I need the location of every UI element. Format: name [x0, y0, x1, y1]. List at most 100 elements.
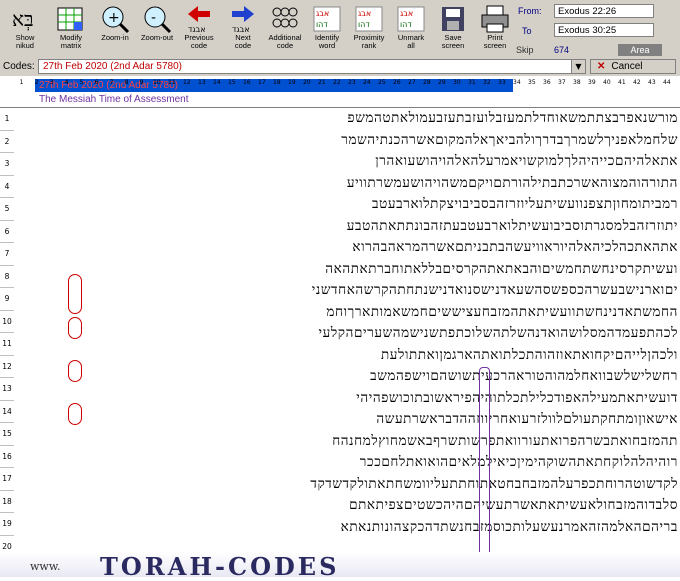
letter-row[interactable]: רוהיהלהלוקחתאתהשוקהימיןכיאילמלאיםהואואתל… — [16, 452, 678, 474]
unmark-all-button[interactable]: אבג דהו Unmark all — [388, 4, 434, 56]
letter-row[interactable]: רחשלישלשבוואחלמהוהטוראהרכעיתשושהםוישפהמש… — [16, 366, 678, 388]
modify-matrix-button[interactable]: Modify matrix — [48, 4, 94, 56]
column-number: 7 — [109, 79, 114, 86]
column-number: 4 — [64, 79, 69, 86]
column-number: 37 — [558, 79, 566, 86]
column-number: 18 — [273, 79, 281, 86]
column-number: 31 — [468, 79, 476, 86]
print-screen-button[interactable]: Print screen — [472, 4, 518, 56]
letters-table-icon: אבג דהו — [352, 4, 386, 34]
svg-text:דהו: דהו — [358, 20, 370, 29]
column-number: 17 — [258, 79, 266, 86]
save-disk-icon — [436, 4, 470, 34]
highlight-column — [479, 367, 490, 557]
letter-row[interactable]: ועשיתקרסינחשתחמשיםוהבאתאתהקרסיםבללאתוחבר… — [16, 259, 678, 281]
row-number: 13 — [0, 378, 14, 401]
codes-select[interactable]: 27th Feb 2020 (2nd Adar 5780) ▼ — [38, 59, 586, 74]
letter-row[interactable]: בריהםהאלמהזהאמרנעשעלותכוסמזבחנשתדהכקצהונ… — [16, 517, 678, 539]
letter-row[interactable]: רמביתומחוןתצפנוועשיתעליוזרזהבסביבויצקתלו… — [16, 194, 678, 216]
area-button[interactable]: Area — [618, 44, 662, 56]
letter-row[interactable]: אתאלהיהםכייהיהלךלמוקשויאמרעלהאלהויהושעוא… — [16, 151, 678, 173]
letter-row[interactable]: שלחמלאפניךלשמרךבדרךולהביאךאלהמקוםאשרהכנת… — [16, 130, 678, 152]
cancel-label: Cancel — [611, 61, 643, 72]
row-number: 4 — [0, 176, 14, 198]
zoom-out-label: Zoom-out — [140, 33, 174, 42]
svg-text:-: - — [151, 10, 156, 26]
letter-row[interactable]: אישאוןומתחקתעולםלוולזרעואחריווזההדבראשרת… — [16, 409, 678, 431]
letter-row[interactable]: יםוארנישבעשרהכספשסהשעאדנישסנואדנישנתחתהק… — [16, 280, 678, 302]
skip-value: 674 — [554, 45, 570, 55]
letter-row[interactable]: התורהוהמצוהאשרכתבתילהורתםויקםמשהויהושעמש… — [16, 173, 678, 195]
identify-word-button[interactable]: אבג דהו Identify word — [304, 4, 350, 56]
letter-row[interactable]: לקדשוטהרוחתכפרעלהמזבחבחטאתוחתתעליוומשחתא… — [16, 474, 678, 496]
zoom-in-button[interactable]: + Zoom-in — [92, 4, 138, 56]
row-number: 14 — [0, 401, 14, 423]
letter-row[interactable]: לכהתפעמדהמסלושהואדנהשלתהשלוכתפתשנישמהשער… — [16, 323, 678, 345]
chevron-down-icon[interactable]: ▼ — [571, 60, 585, 73]
column-number: 2 — [34, 79, 39, 86]
letters-table-icon: אבג דהו — [394, 4, 428, 34]
letter-row[interactable]: אתהאתכהלכיהאלהיוראוויעשהבתבניתםאשרהמראהב… — [16, 237, 678, 259]
column-numbers: 1 2 3 4 5 6 7 8 9 10 11 12 13 14 15 16 17 18 19 20 21 22 23 24 2… — [14, 79, 680, 105]
letters-area: מורשנאפרבצתתמשאוחדלתמעזבלועזבתעזבעמולאתט… — [16, 108, 678, 538]
highlight-oval — [68, 403, 82, 425]
previous-code-label: Previous code — [184, 33, 214, 50]
save-screen-button[interactable]: Save screen — [430, 4, 476, 56]
identify-word-label: Identify word — [314, 33, 340, 50]
row-number: 7 — [0, 243, 14, 266]
proximity-rank-button[interactable]: אבג דהו Proximity rank — [346, 4, 392, 56]
letter-row[interactable]: סלבדוהמזבחולאעשיתאתאשרתעשיהםהיהכשטיםצפית… — [16, 495, 678, 517]
row-numbers: 1 2 3 4 5 6 7 8 9 10 11 12 13 14 15 16 17 18 19 20 — [0, 108, 14, 558]
row-number: 8 — [0, 266, 14, 288]
letter-row[interactable]: דועשיתאתמעילהאפודכלילתכלתוהיהפיראשובתוכו… — [16, 388, 678, 410]
row-number: 2 — [0, 131, 14, 153]
from-field[interactable]: Exodus 22:26 — [554, 4, 654, 18]
previous-code-button[interactable]: אבגד Previous code — [176, 4, 222, 56]
row-number: 1 — [0, 108, 14, 131]
column-number: 10 — [153, 79, 161, 86]
svg-text:אבג: אבג — [400, 9, 413, 18]
additional-code-label: Additional code — [268, 33, 302, 50]
letters-table-icon: אבג דהו — [310, 4, 344, 34]
hebrew-letters-icon: בְּא — [8, 4, 42, 34]
column-number: 35 — [528, 79, 536, 86]
skip-label: Skip — [516, 45, 534, 55]
to-field[interactable]: Exodus 30:25 — [554, 23, 654, 37]
letter-row[interactable]: החמשתאדנינחשתוועשיתאתהמזבחעציששיםחמשאמות… — [16, 302, 678, 324]
cancel-button[interactable]: ✕ Cancel — [590, 59, 676, 74]
column-number: 6 — [94, 79, 99, 86]
letter-row[interactable]: ולכהןלייהםיקחואתאוזהוהתכלתואתהארגמןואתתו… — [16, 345, 678, 367]
column-number: 26 — [393, 79, 401, 86]
column-number: 30 — [453, 79, 461, 86]
zoom-in-icon: + — [98, 4, 132, 34]
svg-text:+: + — [108, 10, 120, 26]
letter-row[interactable]: תהמזבחואתבשרהפרואתעורוואתפרשותשרףבאשמחוץ… — [16, 431, 678, 453]
zoom-in-label: Zoom-in — [101, 33, 129, 42]
column-number: 25 — [378, 79, 386, 86]
modify-matrix-label: Modify matrix — [59, 33, 83, 50]
column-number: 41 — [618, 79, 626, 86]
column-number: 27 — [408, 79, 416, 86]
column-number: 40 — [603, 79, 611, 86]
column-number: 20 — [303, 79, 311, 86]
zoom-out-button[interactable]: - Zoom-out — [134, 4, 180, 56]
additional-code-button[interactable]: Additional code — [262, 4, 308, 56]
letter-row[interactable]: יתוזרזהבלמסגרתוסביבועשיתלוארבעטבעתזהבונת… — [16, 216, 678, 238]
letter-row[interactable]: מורשנאפרבצתתמשאוחדלתמעזבלועזבתעזבעמולאתט… — [16, 108, 678, 130]
row-number: 12 — [0, 356, 14, 378]
row-number: 6 — [0, 221, 14, 243]
svg-text:בְּא: בְּא — [12, 7, 34, 31]
printer-icon — [478, 4, 512, 34]
column-number: 8 — [124, 79, 129, 86]
column-number: 29 — [438, 79, 446, 86]
row-number: 3 — [0, 153, 14, 176]
show-nikud-button[interactable]: בְּא Show nikud — [2, 4, 48, 56]
proximity-rank-label: Proximity rank — [353, 33, 385, 50]
column-number: 23 — [348, 79, 356, 86]
column-number: 44 — [663, 79, 671, 86]
column-number: 39 — [588, 79, 596, 86]
from-label: From: — [518, 6, 542, 16]
highlight-oval — [68, 360, 82, 382]
next-code-button[interactable]: אבגד Next code — [220, 4, 266, 56]
save-screen-label: Save screen — [441, 33, 465, 50]
